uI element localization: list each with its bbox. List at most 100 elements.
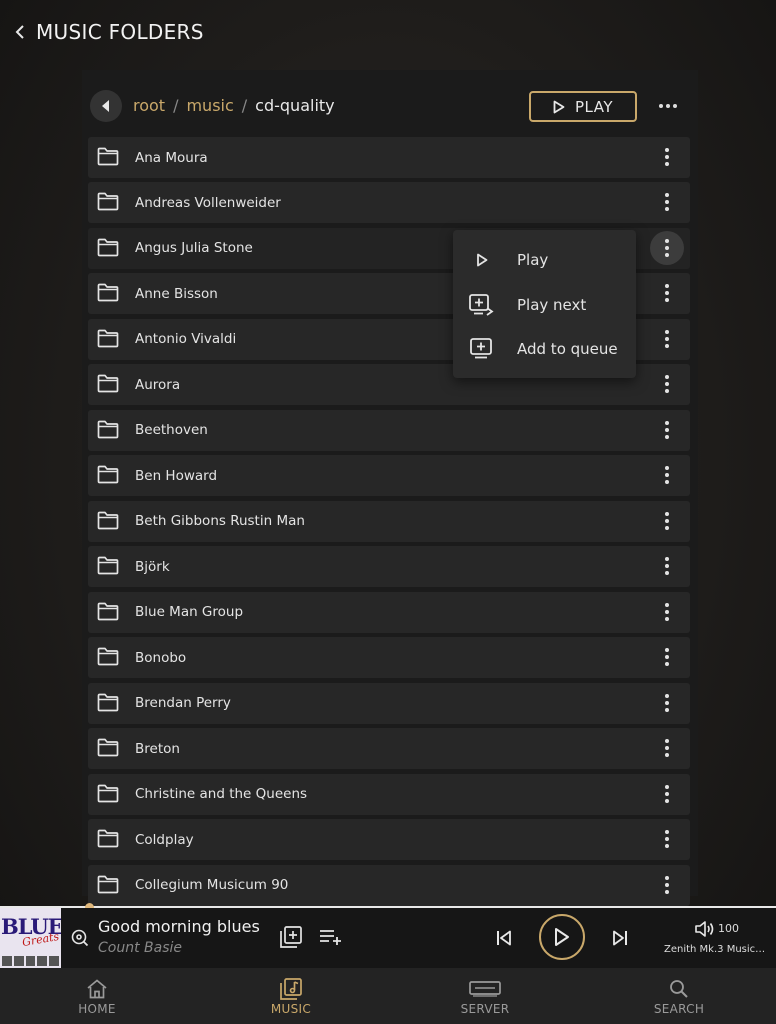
folder-up-button[interactable]: [90, 90, 122, 122]
folder-row[interactable]: Collegium Musicum 90: [88, 864, 690, 906]
folder-more-button[interactable]: [650, 458, 684, 492]
volume-level: 100: [718, 922, 739, 935]
folder-row[interactable]: Blue Man Group: [88, 591, 690, 633]
folder-row[interactable]: Bonobo: [88, 637, 690, 679]
folder-icon: [97, 329, 119, 352]
album-cover[interactable]: BLUES Greats: [0, 908, 61, 968]
folder-row[interactable]: Ben Howard: [88, 455, 690, 497]
breadcrumb-separator: /: [241, 96, 248, 115]
more-vertical-icon: [665, 875, 669, 894]
folder-more-button[interactable]: [650, 276, 684, 310]
more-vertical-icon: [665, 602, 669, 621]
breadcrumb-root[interactable]: root: [133, 96, 165, 115]
server-icon: [469, 978, 501, 1000]
folder-more-button[interactable]: [650, 868, 684, 902]
cover-photo-strip: [0, 954, 61, 968]
folder-row[interactable]: Coldplay: [88, 819, 690, 861]
folder-row[interactable]: Christine and the Queens: [88, 773, 690, 815]
more-vertical-icon: [665, 739, 669, 758]
breadcrumb: root / music / cd-quality: [133, 96, 335, 115]
more-vertical-icon: [665, 238, 669, 257]
page-title: MUSIC FOLDERS: [36, 20, 204, 44]
more-vertical-icon: [665, 830, 669, 849]
panel-more-button[interactable]: [654, 92, 682, 120]
folder-more-button[interactable]: [650, 185, 684, 219]
folder-more-button[interactable]: [650, 367, 684, 401]
folder-row[interactable]: Brendan Perry: [88, 682, 690, 724]
folder-icon: [97, 693, 119, 716]
folder-icon: [97, 602, 119, 625]
previous-track-button[interactable]: [494, 928, 514, 948]
breadcrumb-current: cd-quality: [255, 96, 335, 115]
folder-more-button[interactable]: [650, 140, 684, 174]
more-vertical-icon: [665, 466, 669, 485]
folder-more-button[interactable]: [650, 413, 684, 447]
nav-label: SERVER: [460, 1002, 510, 1016]
folder-icon: [97, 875, 119, 898]
volume-button[interactable]: [694, 920, 716, 938]
folder-icon: [97, 511, 119, 534]
folder-name: Aurora: [135, 376, 181, 393]
folder-more-button[interactable]: [650, 230, 684, 265]
folder-name: Björk: [135, 558, 170, 575]
folder-name: Beethoven: [135, 422, 208, 439]
folder-name: Bonobo: [135, 649, 187, 666]
nav-label: MUSIC: [270, 1002, 312, 1016]
folder-more-button[interactable]: [650, 640, 684, 674]
zone-name[interactable]: Zenith Mk.3 Music Server: [664, 944, 768, 955]
folder-row[interactable]: Andreas Vollenweider: [88, 182, 690, 224]
more-vertical-icon: [665, 329, 669, 348]
nav-server[interactable]: SERVER: [388, 968, 582, 1024]
folder-row[interactable]: Beethoven: [88, 409, 690, 451]
folder-more-button[interactable]: [650, 731, 684, 765]
folder-panel: root / music / cd-quality PLAY Ana Moura…: [82, 70, 698, 906]
folder-name: Blue Man Group: [135, 604, 244, 621]
track-artist: Count Basie: [98, 940, 183, 956]
folder-more-button[interactable]: [650, 595, 684, 629]
queue-button[interactable]: [318, 927, 344, 947]
folder-more-button[interactable]: [650, 549, 684, 583]
more-horizontal-icon: [659, 104, 677, 108]
play-next-button[interactable]: [279, 926, 303, 948]
folder-row[interactable]: Breton: [88, 728, 690, 770]
nav-music[interactable]: MUSIC: [194, 968, 388, 1024]
breadcrumb-music[interactable]: music: [186, 96, 233, 115]
folder-more-button[interactable]: [650, 686, 684, 720]
play-folder-button[interactable]: PLAY: [529, 91, 637, 122]
volume-icon: [695, 921, 714, 937]
back-button[interactable]: [0, 0, 40, 64]
play-next-icon: [469, 294, 495, 316]
more-vertical-icon: [665, 648, 669, 667]
play-pause-button[interactable]: [539, 914, 585, 960]
folder-more-button[interactable]: [650, 822, 684, 856]
nav-home[interactable]: HOME: [0, 968, 194, 1024]
context-menu-add-to-queue[interactable]: Add to queue: [453, 327, 636, 371]
folder-row[interactable]: Björk: [88, 546, 690, 588]
more-vertical-icon: [665, 784, 669, 803]
folder-more-button[interactable]: [650, 777, 684, 811]
add-queue-icon: [469, 338, 495, 360]
skip-previous-icon: [497, 930, 511, 946]
top-bar: MUSIC FOLDERS: [0, 0, 776, 64]
folder-icon: [97, 147, 119, 170]
folder-row[interactable]: Ana Moura: [88, 137, 690, 178]
music-library-icon: [280, 978, 302, 1000]
next-track-button[interactable]: [610, 928, 630, 948]
folder-row[interactable]: Beth Gibbons Rustin Man: [88, 500, 690, 542]
folder-more-button[interactable]: [650, 322, 684, 356]
play-folder-label: PLAY: [574, 97, 613, 116]
folder-more-button[interactable]: [650, 504, 684, 538]
disc-search-icon: [71, 929, 89, 947]
breadcrumb-separator: /: [173, 96, 179, 115]
context-menu-play[interactable]: Play: [453, 238, 636, 282]
folder-name: Collegium Musicum 90: [135, 877, 289, 893]
track-info-button[interactable]: [70, 928, 90, 948]
nav-label: HOME: [78, 1002, 116, 1016]
chevron-left-icon: [15, 25, 24, 39]
context-menu: Play Play next Add to queue: [453, 230, 636, 378]
more-vertical-icon: [665, 511, 669, 530]
folder-name: Ana Moura: [135, 149, 208, 166]
nav-search[interactable]: SEARCH: [582, 968, 776, 1024]
breadcrumb-bar: root / music / cd-quality PLAY: [82, 70, 698, 138]
context-menu-play-next[interactable]: Play next: [453, 283, 636, 327]
